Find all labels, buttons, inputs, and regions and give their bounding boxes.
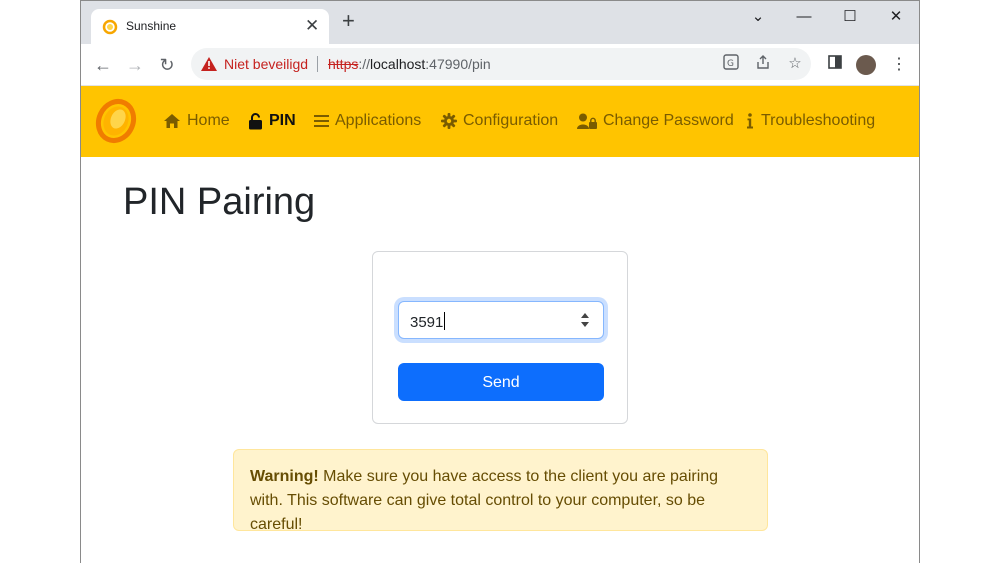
- warning-icon: [201, 57, 217, 71]
- user-lock-icon: [577, 113, 597, 129]
- maximize-icon[interactable]: ☐: [827, 5, 873, 29]
- warning-alert: Warning! Make sure you have access to th…: [233, 449, 768, 533]
- number-spinner-icon[interactable]: [579, 308, 591, 332]
- side-panel-icon[interactable]: [823, 53, 847, 77]
- nav-home-label: Home: [187, 112, 230, 129]
- back-icon[interactable]: ←: [91, 53, 115, 77]
- app-navbar: Home PIN Applications Configuration Chan…: [81, 86, 919, 157]
- bookmark-star-icon[interactable]: ☆: [785, 54, 805, 74]
- close-window-icon[interactable]: ✕: [873, 5, 919, 29]
- url-scheme: https: [328, 56, 359, 72]
- new-tab-button[interactable]: +: [342, 10, 355, 32]
- pin-input-value: 3591: [410, 312, 446, 331]
- close-tab-icon[interactable]: ✕: [305, 16, 319, 36]
- nav-troubleshooting[interactable]: Troubleshooting: [745, 112, 875, 130]
- gear-icon: [441, 113, 457, 129]
- nav-troubleshooting-label: Troubleshooting: [761, 112, 876, 129]
- share-icon[interactable]: [753, 54, 773, 74]
- nav-home[interactable]: Home: [163, 112, 230, 130]
- browser-toolbar: ← → ↻ Niet beveiligd https://localhost:4…: [81, 44, 919, 86]
- url-host: localhost: [370, 56, 426, 72]
- tab-strip: Sunshine ✕ + ⌄ — ☐ ✕: [81, 1, 919, 44]
- home-icon: [164, 114, 180, 128]
- nav-applications-label: Applications: [335, 112, 422, 129]
- text-caret: [444, 312, 446, 330]
- sunshine-logo[interactable]: [94, 98, 138, 144]
- chevron-down-icon[interactable]: ⌄: [735, 5, 781, 29]
- info-icon: [747, 113, 753, 129]
- nav-change-password[interactable]: Change Password: [577, 112, 734, 130]
- pin-value-text: 3591: [410, 314, 444, 331]
- reload-icon[interactable]: ↻: [155, 53, 179, 77]
- nav-pin[interactable]: PIN: [248, 112, 296, 130]
- warning-text: Make sure you have access to the client …: [250, 468, 719, 533]
- forward-icon[interactable]: →: [123, 53, 147, 77]
- list-icon: [314, 115, 329, 127]
- svg-text:G: G: [727, 59, 734, 69]
- menu-kebab-icon[interactable]: ⋮: [887, 53, 911, 77]
- pin-form-card: 3591 Send: [372, 251, 628, 424]
- warning-strong: Warning!: [250, 468, 319, 485]
- send-button[interactable]: Send: [398, 363, 604, 401]
- browser-tab[interactable]: Sunshine ✕: [91, 9, 329, 44]
- url-path: :47990/pin: [425, 56, 491, 72]
- translate-icon[interactable]: G: [721, 54, 741, 74]
- page-title: PIN Pairing: [123, 181, 316, 223]
- nav-configuration-label: Configuration: [463, 112, 559, 129]
- nav-applications[interactable]: Applications: [314, 112, 421, 130]
- tab-title: Sunshine: [126, 19, 177, 33]
- url-text[interactable]: https://localhost:47990/pin: [328, 56, 491, 72]
- pin-input[interactable]: 3591: [398, 301, 604, 339]
- profile-avatar[interactable]: [856, 55, 876, 75]
- nav-change-password-label: Change Password: [603, 112, 734, 129]
- address-bar[interactable]: Niet beveiligd https://localhost:47990/p…: [191, 48, 811, 80]
- sunshine-favicon-icon: [102, 19, 118, 35]
- separator: [317, 56, 318, 72]
- browser-window: Sunshine ✕ + ⌄ — ☐ ✕ ← → ↻ Niet beveilig…: [80, 0, 920, 563]
- unlock-icon: [249, 112, 262, 129]
- security-label[interactable]: Niet beveiligd: [224, 56, 308, 72]
- minimize-icon[interactable]: —: [781, 5, 827, 29]
- url-separator: ://: [358, 56, 371, 72]
- nav-configuration[interactable]: Configuration: [441, 112, 558, 130]
- nav-pin-label: PIN: [269, 112, 296, 129]
